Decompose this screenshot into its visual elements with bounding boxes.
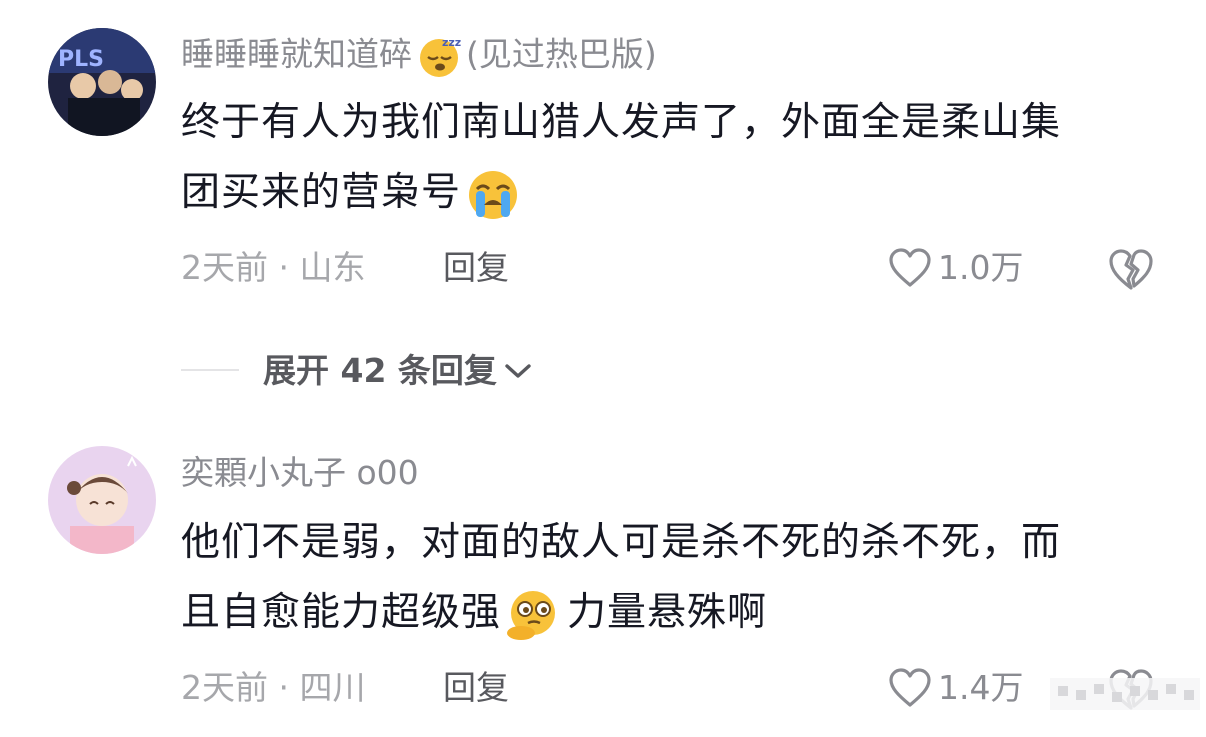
watermark-overlay xyxy=(1050,678,1200,710)
svg-text:zzz: zzz xyxy=(442,36,461,49)
broken-heart-icon[interactable] xyxy=(1107,248,1155,292)
like-button[interactable]: 1.4万 xyxy=(888,668,1023,708)
comment-location: 四川 xyxy=(299,668,366,707)
reply-button[interactable]: 回复 xyxy=(443,668,509,708)
comment-meta: 2天前 · 四川 xyxy=(181,668,365,708)
comment-text-line: 他们不是弱，对面的敌人可是杀不死的杀不死，而 xyxy=(181,520,1062,565)
expand-replies-button[interactable]: 展开 42 条回复 xyxy=(263,351,533,391)
loudly-crying-face-icon xyxy=(469,170,518,219)
comment-text: 他们不是弱，对面的敌人可是杀不死的杀不死，而 且自愈能力超级强 力量悬殊啊 xyxy=(181,508,1171,648)
avatar[interactable]: PLS xyxy=(48,28,156,136)
comment-time: 2天前 xyxy=(181,248,268,287)
heart-icon xyxy=(889,248,931,287)
heart-icon xyxy=(889,668,931,707)
meta-separator: · xyxy=(268,668,300,707)
comment-username[interactable]: 奕顆小丸子 o00 xyxy=(181,453,419,493)
comment-time: 2天前 xyxy=(181,668,268,707)
comment-text: 终于有人为我们南山猎人发声了，外面全是柔山集 团买来的营枭号 xyxy=(181,88,1171,228)
username-suffix: (见过热巴版) xyxy=(466,34,657,74)
like-button[interactable]: 1.0万 xyxy=(888,248,1023,288)
sleeping-face-icon: zzz xyxy=(420,36,461,77)
divider xyxy=(181,369,239,371)
username-text: 睡睡睡就知道碎 xyxy=(181,34,412,74)
comment-username[interactable]: 睡睡睡就知道碎 zzz (见过热巴版) xyxy=(181,33,657,79)
comment-meta: 2天前 · 山东 xyxy=(181,248,365,288)
meta-separator: · xyxy=(268,248,300,287)
comment-location: 山东 xyxy=(299,248,366,287)
svg-text:PLS: PLS xyxy=(58,47,104,72)
comment-text-line: 且自愈能力超级强 力量悬殊啊 xyxy=(181,578,1171,648)
chevron-down-icon xyxy=(505,364,531,378)
like-count: 1.0万 xyxy=(938,248,1024,287)
expand-label: 展开 42 条回复 xyxy=(263,351,497,390)
comment-text-line: 团买来的营枭号 xyxy=(181,158,1171,228)
thinking-face-icon xyxy=(507,590,556,640)
reply-button[interactable]: 回复 xyxy=(443,248,509,288)
avatar[interactable] xyxy=(48,446,156,554)
comment-text-line: 终于有人为我们南山猎人发声了，外面全是柔山集 xyxy=(181,100,1062,145)
like-count: 1.4万 xyxy=(938,668,1024,707)
